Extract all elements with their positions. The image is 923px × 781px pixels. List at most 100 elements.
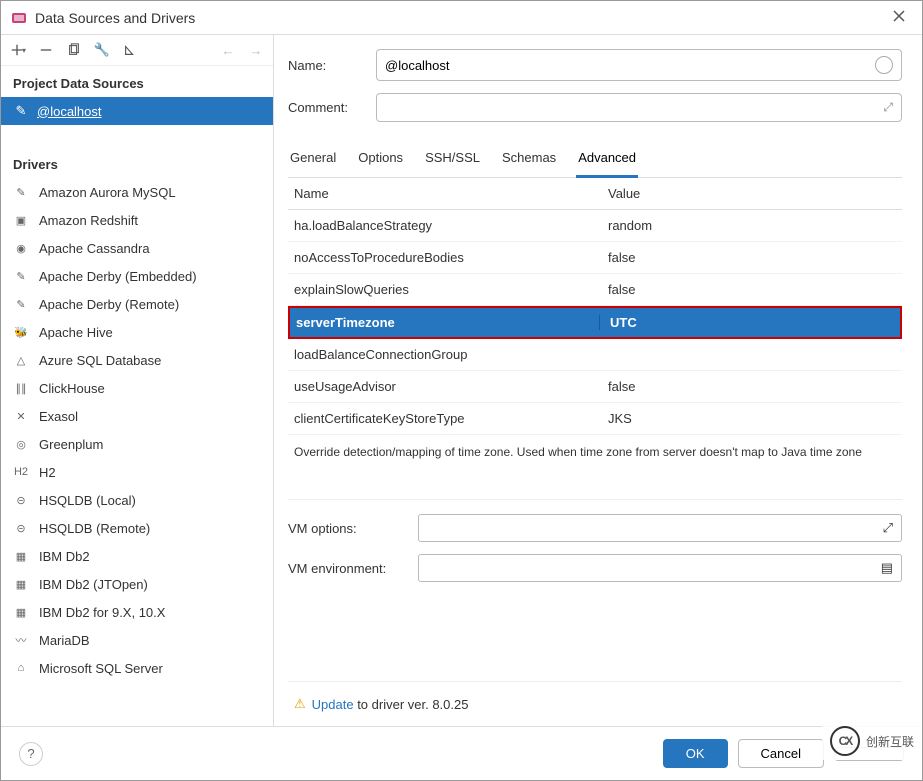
driver-item[interactable]: ✎Apache Derby (Remote) xyxy=(1,290,273,318)
expand-icon[interactable]: ⤢ xyxy=(883,520,893,536)
driver-item[interactable]: ✕Exasol xyxy=(1,402,273,430)
driver-icon: 🐝 xyxy=(13,324,29,340)
driver-item[interactable]: ⌂Microsoft SQL Server xyxy=(1,654,273,682)
vm-env-input[interactable] xyxy=(427,561,881,576)
driver-icon: H2 xyxy=(13,464,29,480)
tab-sshssl[interactable]: SSH/SSL xyxy=(423,144,482,177)
dialog-body: ▾ 🔧 ← → Project Data Sources ✎ @localhos… xyxy=(1,35,922,726)
driver-label: IBM Db2 for 9.X, 10.X xyxy=(39,605,165,620)
driver-item[interactable]: ⊝HSQLDB (Remote) xyxy=(1,514,273,542)
driver-label: HSQLDB (Remote) xyxy=(39,521,150,536)
driver-item[interactable]: 🐝 Apache Hive xyxy=(1,318,273,346)
driver-item[interactable]: ✎Amazon Aurora MySQL xyxy=(1,178,273,206)
wrench-icon[interactable]: 🔧 xyxy=(93,41,111,59)
apply-button[interactable] xyxy=(834,747,904,761)
right-pane: Name: Comment: ⤢ General Options SSH/SSL Sc… xyxy=(274,35,922,726)
grid-header-value[interactable]: Value xyxy=(598,186,902,201)
nav-back-icon[interactable]: ← xyxy=(219,41,237,59)
driver-icon: ▣ xyxy=(13,212,29,228)
drivers-list[interactable]: ✎Amazon Aurora MySQL ▣ Amazon Redshift ◉Apa… xyxy=(1,178,273,726)
property-row[interactable]: loadBalanceConnectionGroup xyxy=(288,339,902,371)
vm-options-input-wrapper[interactable]: ⤢ xyxy=(418,514,902,542)
driver-item[interactable]: ▣ Amazon Redshift xyxy=(1,206,273,234)
driver-item[interactable]: 〰 MariaDB xyxy=(1,626,273,654)
left-pane: ▾ 🔧 ← → Project Data Sources ✎ @localhos… xyxy=(1,35,274,726)
driver-label: Apache Hive xyxy=(39,325,113,340)
list-icon[interactable]: ▤ xyxy=(881,560,893,576)
driver-item[interactable]: ◉Apache Cassandra xyxy=(1,234,273,262)
driver-item[interactable]: △Azure SQL Database xyxy=(1,346,273,374)
driver-item[interactable]: ✎Apache Derby (Embedded) xyxy=(1,262,273,290)
tab-advanced[interactable]: Advanced xyxy=(576,144,638,178)
name-input-wrapper[interactable] xyxy=(376,49,902,81)
driver-label: IBM Db2 xyxy=(39,549,90,564)
property-value[interactable] xyxy=(598,347,902,362)
property-value[interactable]: random xyxy=(598,218,902,233)
vm-env-input-wrapper[interactable]: ▤ xyxy=(418,554,902,582)
vm-env-label: VM environment: xyxy=(288,561,418,576)
revert-icon[interactable] xyxy=(121,41,139,59)
vm-env-row: VM environment: ▤ xyxy=(288,554,902,582)
property-row[interactable]: ha.loadBalanceStrategyrandom xyxy=(288,210,902,242)
property-value[interactable]: false xyxy=(598,282,902,297)
driver-icon: ∥∥ xyxy=(13,380,29,396)
driver-icon: ✕ xyxy=(13,408,29,424)
driver-item[interactable]: ∥∥ ClickHouse xyxy=(1,374,273,402)
property-value[interactable]: JKS xyxy=(598,411,902,426)
driver-item[interactable]: ◎Greenplum xyxy=(1,430,273,458)
nav-forward-icon[interactable]: → xyxy=(247,41,265,59)
property-row[interactable]: explainSlowQueriesfalse xyxy=(288,274,902,306)
remove-icon[interactable] xyxy=(37,41,55,59)
app-icon xyxy=(11,10,27,26)
copy-icon[interactable] xyxy=(65,41,83,59)
property-name: useUsageAdvisor xyxy=(288,379,598,394)
property-row[interactable]: noAccessToProcedureBodiesfalse xyxy=(288,242,902,274)
vm-options-input[interactable] xyxy=(427,521,883,536)
tab-general[interactable]: General xyxy=(288,144,338,177)
driver-label: Amazon Redshift xyxy=(39,213,138,228)
driver-item[interactable]: ▦IBM Db2 for 9.X, 10.X xyxy=(1,598,273,626)
driver-item[interactable]: ▦IBM Db2 xyxy=(1,542,273,570)
property-row[interactable]: useUsageAdvisorfalse xyxy=(288,371,902,403)
grid-header-name[interactable]: Name xyxy=(288,186,598,201)
driver-item[interactable]: ⊝HSQLDB (Local) xyxy=(1,486,273,514)
driver-label: MariaDB xyxy=(39,633,90,648)
update-text: to driver ver. 8.0.25 xyxy=(354,697,469,712)
update-link[interactable]: Update xyxy=(312,697,354,712)
property-value[interactable]: UTC xyxy=(600,315,900,330)
tab-schemas[interactable]: Schemas xyxy=(500,144,558,177)
property-row[interactable]: clientCertificateKeyStoreTypeJKS xyxy=(288,403,902,435)
help-button[interactable]: ? xyxy=(19,742,43,766)
comment-input[interactable] xyxy=(385,100,883,115)
comment-input-wrapper[interactable]: ⤢ xyxy=(376,93,902,122)
driver-label: Apache Cassandra xyxy=(39,241,150,256)
name-row: Name: xyxy=(288,49,902,81)
name-label: Name: xyxy=(288,58,376,73)
ok-button[interactable]: OK xyxy=(663,739,728,768)
driver-label: ClickHouse xyxy=(39,381,105,396)
driver-item[interactable]: ▦IBM Db2 (JTOpen) xyxy=(1,570,273,598)
vm-options-label: VM options: xyxy=(288,521,418,536)
driver-icon: 〰 xyxy=(13,632,29,648)
comment-row: Comment: ⤢ xyxy=(288,93,902,122)
project-data-sources-header: Project Data Sources xyxy=(1,66,273,97)
driver-label: Amazon Aurora MySQL xyxy=(39,185,176,200)
datasource-item[interactable]: ✎ @localhost xyxy=(1,97,273,125)
driver-item[interactable]: H2H2 xyxy=(1,458,273,486)
add-icon[interactable]: ▾ xyxy=(9,41,27,59)
property-name: clientCertificateKeyStoreType xyxy=(288,411,598,426)
cancel-button[interactable]: Cancel xyxy=(738,739,824,768)
vm-options-row: VM options: ⤢ xyxy=(288,514,902,542)
expand-icon[interactable]: ⤢ xyxy=(883,100,893,115)
grid-body[interactable]: ha.loadBalanceStrategyrandomnoAccessToPr… xyxy=(288,210,902,435)
property-value[interactable]: false xyxy=(598,250,902,265)
name-input[interactable] xyxy=(385,58,875,73)
color-badge-icon[interactable] xyxy=(875,56,893,74)
tab-options[interactable]: Options xyxy=(356,144,405,177)
property-row[interactable]: serverTimezoneUTC xyxy=(288,306,902,339)
dialog-footer: ? OK Cancel xyxy=(1,726,922,780)
property-value[interactable]: false xyxy=(598,379,902,394)
titlebar: Data Sources and Drivers xyxy=(1,1,922,35)
help-text: Override detection/mapping of time zone.… xyxy=(288,435,902,500)
close-button[interactable] xyxy=(886,7,912,28)
